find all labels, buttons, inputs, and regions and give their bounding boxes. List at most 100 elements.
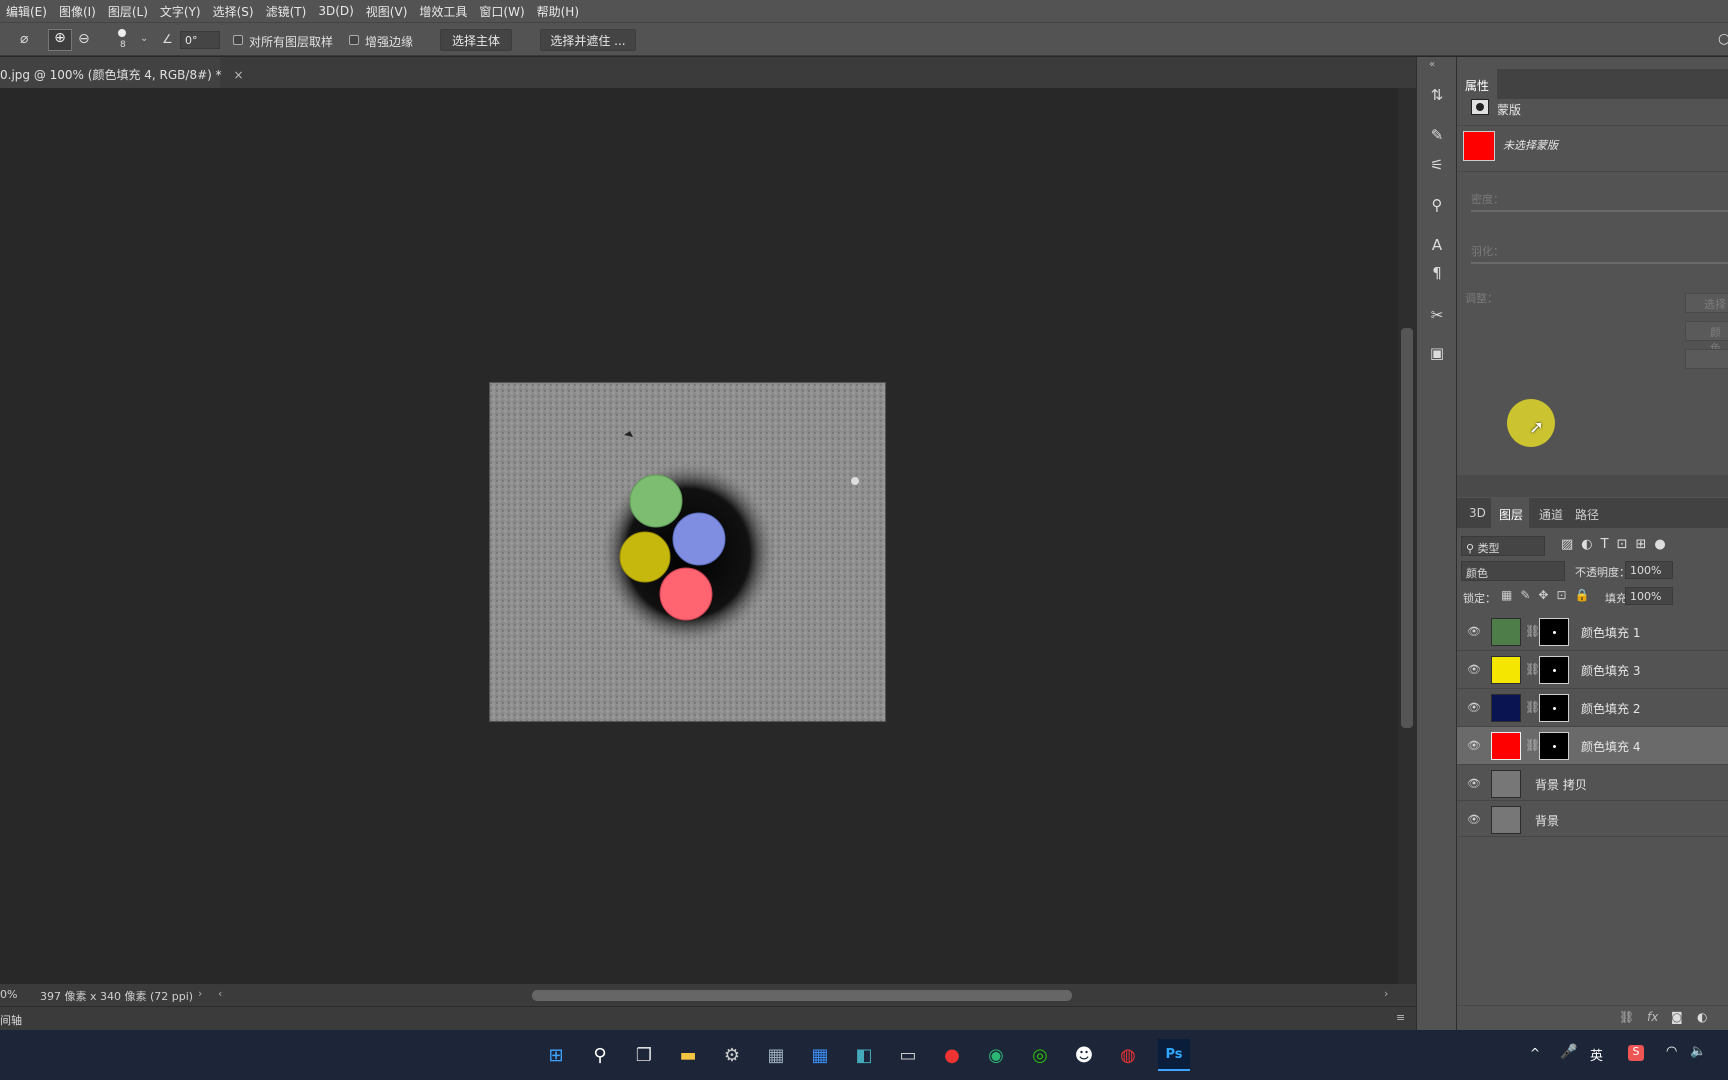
menu-3d[interactable]: 3D(D) xyxy=(312,4,359,18)
blend-mode-dropdown[interactable]: 颜色 xyxy=(1461,561,1565,581)
chevron-down-icon[interactable]: ⌄ xyxy=(140,33,148,44)
subtract-selection-brush-icon[interactable]: ⊖ xyxy=(78,31,100,51)
netease-music-icon[interactable]: ◍ xyxy=(1112,1039,1144,1071)
feather-slider[interactable] xyxy=(1471,262,1728,264)
vertical-scrollbar[interactable] xyxy=(1398,88,1416,984)
menu-plugins[interactable]: 增效工具 xyxy=(413,3,473,20)
store-icon[interactable]: ◧ xyxy=(848,1039,880,1071)
horizontal-scroll-thumb[interactable] xyxy=(532,990,1072,1001)
add-selection-brush-icon[interactable]: ⊕ xyxy=(48,29,72,51)
layer-filter-icons[interactable]: ▨◐T⊡⊞● xyxy=(1561,537,1674,552)
lock-icons[interactable]: ▦✎✥⊡🔒 xyxy=(1501,588,1597,602)
add-mask-icon[interactable]: ◙ xyxy=(1671,1010,1683,1024)
density-slider[interactable] xyxy=(1471,210,1728,212)
menu-filter[interactable]: 滤镜(T) xyxy=(260,3,313,20)
layer-filter-dropdown[interactable]: ⚲ 类型 xyxy=(1461,536,1545,556)
eye-icon[interactable]: 👁 xyxy=(1467,739,1481,753)
document-tab[interactable]: 0.jpg @ 100% (颜色填充 4, RGB/8#) * × xyxy=(0,57,244,88)
microphone-icon[interactable]: 🎤 xyxy=(1560,1044,1577,1060)
link-layers-icon[interactable]: ⛓ xyxy=(1619,1010,1634,1024)
timeline-label[interactable]: 间轴 xyxy=(0,1012,22,1028)
new-selection-brush-icon[interactable]: ⌀ xyxy=(20,31,42,51)
calculator-icon[interactable]: ▦ xyxy=(760,1039,792,1071)
radio-icon[interactable]: ▭ xyxy=(892,1039,924,1071)
menu-icon[interactable]: ≡ xyxy=(1396,1011,1405,1024)
invert-button[interactable] xyxy=(1685,349,1728,369)
menu-image[interactable]: 图像(I) xyxy=(53,3,102,20)
fill-color-swatch[interactable] xyxy=(1463,131,1495,161)
eye-icon[interactable]: 👁 xyxy=(1467,663,1481,677)
fill-input[interactable]: 100% xyxy=(1625,587,1673,605)
menu-window[interactable]: 窗口(W) xyxy=(473,3,530,20)
brush-preview-icon[interactable] xyxy=(118,29,126,37)
link-icon[interactable]: ⛓ xyxy=(1525,662,1540,676)
close-icon[interactable]: × xyxy=(233,68,243,82)
adjustment-layer-icon[interactable]: ◐ xyxy=(1697,1010,1707,1024)
layer-mask-thumbnail[interactable] xyxy=(1539,732,1569,760)
canvas-area[interactable] xyxy=(0,88,1398,984)
layer-mask-thumbnail[interactable] xyxy=(1539,618,1569,646)
photoshop-icon[interactable]: Ps xyxy=(1158,1039,1190,1071)
qq-icon[interactable]: ☻ xyxy=(1068,1039,1100,1071)
sogou-ime-icon[interactable]: S xyxy=(1628,1045,1644,1061)
menu-help[interactable]: 帮助(H) xyxy=(531,3,585,20)
collapse-icon[interactable]: « xyxy=(1429,59,1435,70)
calendar-icon[interactable]: ▦ xyxy=(804,1039,836,1071)
tab-3d[interactable]: 3D xyxy=(1461,498,1491,528)
tab-layers[interactable]: 图层 xyxy=(1491,498,1529,528)
search-icon[interactable]: ⚲ xyxy=(584,1039,616,1071)
menu-view[interactable]: 视图(V) xyxy=(360,3,414,20)
enhance-edge-checkbox[interactable] xyxy=(349,35,359,45)
fx-icon[interactable]: fx xyxy=(1647,1010,1658,1024)
layer-row[interactable]: 👁 背景 拷贝 xyxy=(1457,765,1728,801)
windows-start-icon[interactable]: ⊞ xyxy=(540,1039,572,1071)
menu-layer[interactable]: 图层(L) xyxy=(102,3,154,20)
layer-name[interactable]: 颜色填充 1 xyxy=(1581,624,1640,641)
angle-input[interactable]: 0° xyxy=(180,31,220,49)
tab-channels[interactable]: 通道 xyxy=(1531,498,1569,528)
color-range-button[interactable]: 颜色 xyxy=(1685,321,1728,355)
eye-icon[interactable]: 👁 xyxy=(1467,813,1481,827)
chevron-up-icon[interactable]: ^ xyxy=(1530,1046,1540,1060)
scroll-right-icon[interactable]: › xyxy=(1384,987,1388,1000)
layer-row[interactable]: 👁 ⛓ 颜色填充 3 xyxy=(1457,651,1728,689)
eye-icon[interactable]: 👁 xyxy=(1467,625,1481,639)
eye-icon[interactable]: 👁 xyxy=(1467,701,1481,715)
select-and-mask-properties-button[interactable]: 选择 xyxy=(1685,293,1728,313)
layer-name[interactable]: 颜色填充 2 xyxy=(1581,700,1640,717)
sample-all-layers-checkbox[interactable] xyxy=(233,35,243,45)
layer-row[interactable]: 👁 背景 xyxy=(1457,801,1728,837)
layer-name[interactable]: 背景 拷贝 xyxy=(1535,776,1587,793)
document-image[interactable] xyxy=(489,382,886,722)
layer-name[interactable]: 背景 xyxy=(1535,812,1559,829)
volume-icon[interactable]: 🔈 xyxy=(1690,1044,1706,1059)
search-icon[interactable]: ○ xyxy=(1718,31,1728,47)
clone-source-icon[interactable]: ⚲ xyxy=(1425,193,1449,217)
vertical-scroll-thumb[interactable] xyxy=(1401,328,1413,728)
select-subject-button[interactable]: 选择主体 xyxy=(440,29,512,51)
wifi-icon[interactable]: ◠ xyxy=(1666,1044,1677,1059)
select-and-mask-button[interactable]: 选择并遮住 ... xyxy=(540,29,636,51)
character-icon[interactable]: A xyxy=(1425,233,1449,257)
tab-properties[interactable]: 属性 xyxy=(1457,69,1497,99)
wechat-icon[interactable]: ◎ xyxy=(1024,1039,1056,1071)
link-icon[interactable]: ⛓ xyxy=(1525,738,1540,752)
link-icon[interactable]: ⛓ xyxy=(1525,624,1540,638)
eye-icon[interactable]: 👁 xyxy=(1467,777,1481,791)
tab-paths[interactable]: 路径 xyxy=(1569,498,1609,528)
link-icon[interactable]: ⛓ xyxy=(1525,700,1540,714)
music-app-icon[interactable]: ● xyxy=(936,1039,968,1071)
layer-name[interactable]: 颜色填充 4 xyxy=(1581,738,1640,755)
chevron-right-icon[interactable]: › xyxy=(198,987,202,1000)
settings-icon[interactable]: ⚙ xyxy=(716,1039,748,1071)
layer-mask-thumbnail[interactable] xyxy=(1539,656,1569,684)
brush-settings-icon[interactable]: ✎ xyxy=(1425,123,1449,147)
layer-name[interactable]: 颜色填充 3 xyxy=(1581,662,1640,679)
layer-row[interactable]: 👁 ⛓ 颜色填充 1 xyxy=(1457,613,1728,651)
scroll-left-icon[interactable]: ‹ xyxy=(218,987,222,1000)
layer-row-selected[interactable]: 👁 ⛓ 颜色填充 4 xyxy=(1457,727,1728,765)
task-view-icon[interactable]: ❐ xyxy=(628,1039,660,1071)
layer-mask-thumbnail[interactable] xyxy=(1539,694,1569,722)
edge-icon[interactable]: ◉ xyxy=(980,1039,1012,1071)
input-language[interactable]: 英 xyxy=(1590,1045,1603,1064)
